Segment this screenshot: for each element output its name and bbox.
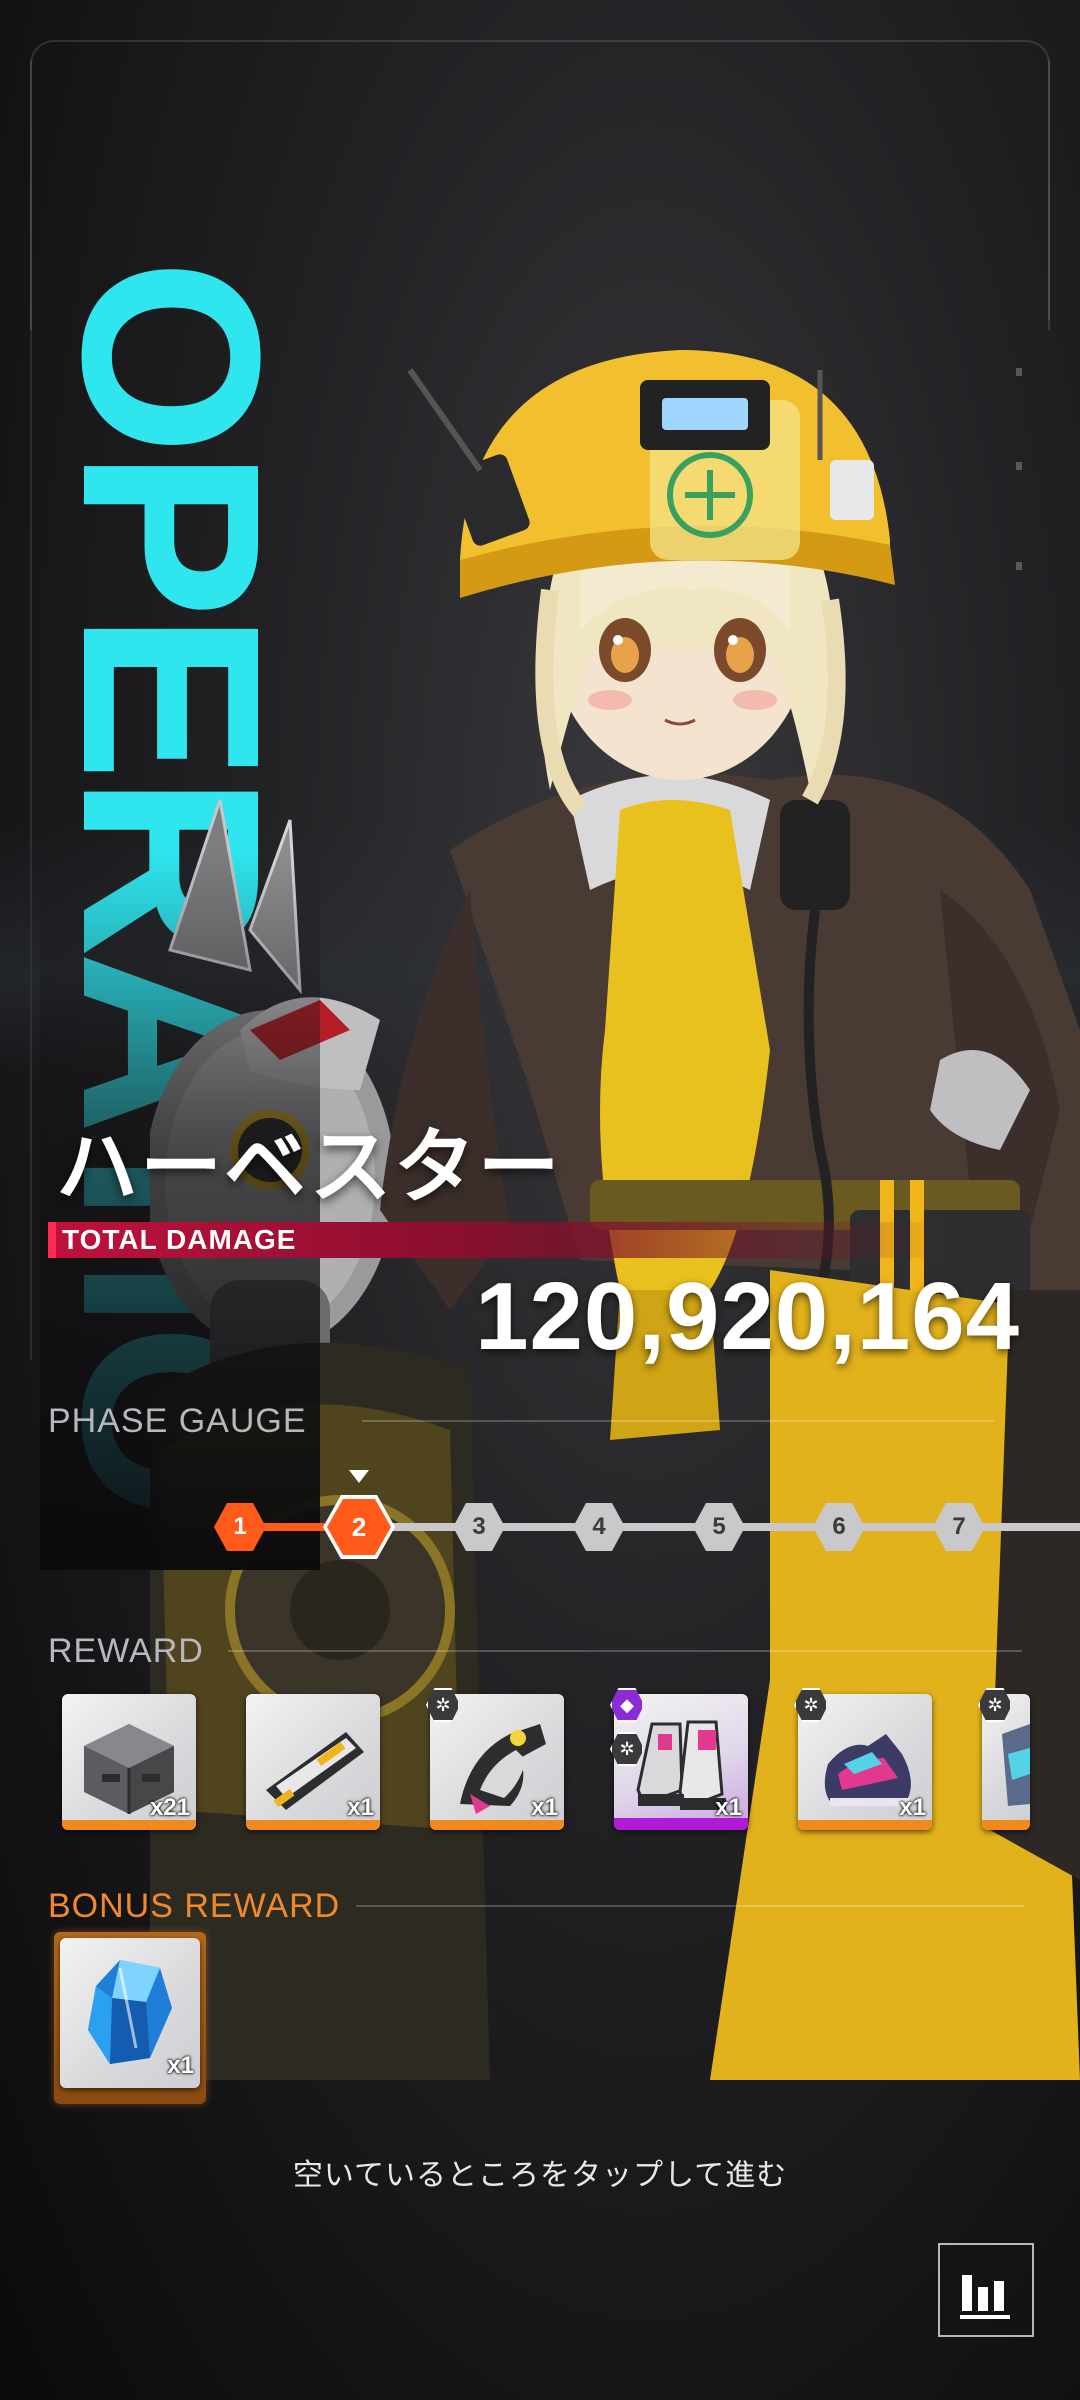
reward-qty: x21	[149, 1794, 190, 1821]
reward-title: REWARD	[48, 1632, 204, 1670]
total-damage-value: 120,920,164	[475, 1263, 1020, 1370]
boss-name: ハーベスター	[56, 1120, 562, 1215]
phase-node-6: 6	[813, 1503, 865, 1551]
rarity-strip	[982, 1820, 1030, 1830]
bar-chart-icon	[960, 2275, 1010, 2319]
phase-gauge: 1 2 3 4 5 6 7	[0, 1450, 1080, 1570]
bonus-reward-title: BONUS REWARD	[48, 1887, 341, 1925]
reward-qty: x1	[531, 1794, 558, 1821]
total-damage-label: TOTAL DAMAGE	[62, 1224, 297, 1255]
phase-node-3: 3	[453, 1503, 505, 1551]
current-phase-marker	[349, 1470, 369, 1483]
phase-node-4: 4	[573, 1503, 625, 1551]
reward-qty: x1	[899, 1794, 926, 1821]
bonus-reward-divider	[356, 1905, 1024, 1907]
phase-node-2-label: 2	[327, 1499, 391, 1555]
bonus-reward-frame[interactable]: x1	[54, 1932, 206, 2104]
frame-right-line	[1048, 60, 1050, 320]
tap-to-continue-hint: 空いているところをタップして進む	[292, 2158, 788, 2193]
phase-gauge-divider	[362, 1420, 994, 1422]
bonus-item-blue-crystal[interactable]: x1	[60, 1938, 200, 2088]
reward-item-module-chip[interactable]: x1	[246, 1694, 380, 1830]
reward-divider	[228, 1650, 1022, 1652]
phase-gauge-title: PHASE GAUGE	[48, 1402, 307, 1440]
total-damage-bar-edge	[48, 1222, 56, 1258]
phase-node-7: 7	[933, 1503, 985, 1551]
damage-stats-button[interactable]	[938, 2243, 1034, 2337]
frame-left-line	[30, 60, 32, 1360]
reward-qty: x1	[715, 1794, 742, 1821]
bonus-qty: x1	[167, 2052, 194, 2079]
phase-node-2-current: 2	[323, 1495, 395, 1559]
result-screen[interactable]: OPERATION	[0, 0, 1080, 2400]
reward-item-supply-crate[interactable]: x21	[62, 1694, 196, 1830]
phase-node-1: 1	[214, 1503, 266, 1551]
reward-qty: x1	[347, 1794, 374, 1821]
phase-node-5: 5	[693, 1503, 745, 1551]
